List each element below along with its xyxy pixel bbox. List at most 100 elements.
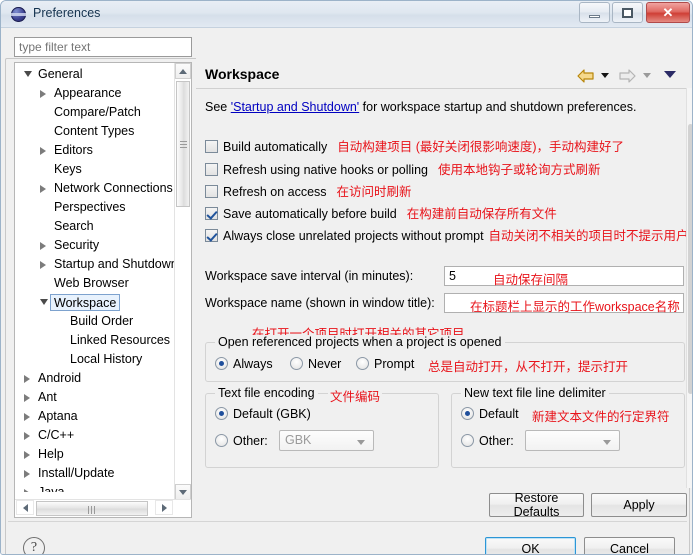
- chevron-right-icon[interactable]: [40, 261, 46, 269]
- minimize-button[interactable]: [579, 2, 610, 23]
- radio-label: Always: [233, 357, 273, 371]
- tree-scroll-down-button[interactable]: [175, 484, 191, 500]
- tree-vertical-scrollbar[interactable]: [174, 63, 191, 500]
- tree-item-java[interactable]: Java: [15, 483, 177, 492]
- tree-scroll-right-button[interactable]: [155, 500, 173, 515]
- preferences-tree[interactable]: General Appearance Compare/Patch Content Ty…: [14, 62, 192, 518]
- tree-item-search[interactable]: Search: [15, 217, 177, 236]
- startup-shutdown-link[interactable]: 'Startup and Shutdown': [231, 100, 359, 114]
- chevron-right-icon[interactable]: [40, 147, 46, 155]
- build-automatically-checkbox[interactable]: [205, 140, 218, 153]
- tree-item-keys[interactable]: Keys: [15, 160, 177, 179]
- view-menu-caret-icon[interactable]: [664, 71, 676, 78]
- maximize-button[interactable]: [612, 2, 643, 23]
- radio-prompt-button[interactable]: [356, 357, 369, 370]
- tree-horizontal-scrollbar[interactable]: [15, 499, 191, 517]
- tree-item-c-c[interactable]: C/C++: [15, 426, 177, 445]
- tree-item-workspace[interactable]: Workspace: [15, 293, 177, 312]
- encoding-other-radio-row[interactable]: Other:: [215, 432, 268, 450]
- apply-button[interactable]: Apply: [591, 493, 687, 517]
- ok-button[interactable]: OK: [485, 537, 576, 555]
- refresh-on-access-checkbox[interactable]: [205, 185, 218, 198]
- chevron-down-icon[interactable]: [40, 299, 48, 305]
- radio-never[interactable]: Never: [290, 355, 341, 373]
- chevron-right-icon[interactable]: [24, 375, 30, 383]
- chevron-right-icon[interactable]: [24, 394, 30, 402]
- close-unrelated-projects-checkbox[interactable]: [205, 229, 218, 242]
- workspace-name-label: Workspace name (shown in window title):: [205, 296, 435, 310]
- checkbox-row[interactable]: Refresh on access 在访问时刷新: [205, 182, 412, 202]
- tree-item-linked-resources[interactable]: Linked Resources: [15, 331, 177, 350]
- tree-item-aptana[interactable]: Aptana: [15, 407, 177, 426]
- tree-scroll-left-button[interactable]: [16, 500, 34, 515]
- filter-input[interactable]: [14, 37, 192, 57]
- tree-item-compare-patch[interactable]: Compare/Patch: [15, 103, 177, 122]
- delimiter-other-combobox[interactable]: [525, 430, 620, 451]
- chevron-right-icon[interactable]: [40, 90, 46, 98]
- close-icon: ✕: [662, 4, 674, 20]
- delimiter-default-radio[interactable]: [461, 407, 474, 420]
- chevron-right-icon: [161, 503, 167, 512]
- chevron-down-icon: [179, 489, 187, 495]
- chevron-right-icon[interactable]: [24, 470, 30, 478]
- cancel-button[interactable]: Cancel: [584, 537, 675, 554]
- tree-item-local-history[interactable]: Local History: [15, 350, 177, 369]
- chevron-right-icon[interactable]: [24, 413, 30, 421]
- chevron-right-icon[interactable]: [24, 432, 30, 440]
- back-arrow-icon[interactable]: [576, 68, 595, 84]
- tree-item-ant[interactable]: Ant: [15, 388, 177, 407]
- radio-prompt[interactable]: Prompt: [356, 355, 414, 373]
- encoding-default-radio[interactable]: [215, 407, 228, 420]
- content-vertical-scroll-thumb[interactable]: [688, 124, 692, 394]
- radio-label: Other:: [233, 434, 268, 448]
- save-before-build-checkbox[interactable]: [205, 207, 218, 220]
- tree-item-security[interactable]: Security: [15, 236, 177, 255]
- refresh-native-hooks-checkbox[interactable]: [205, 163, 218, 176]
- delimiter-default-radio-row[interactable]: Default: [461, 405, 519, 423]
- checkbox-row[interactable]: Save automatically before build 在构建前自动保存所…: [205, 204, 557, 224]
- checkbox-row[interactable]: Refresh using native hooks or polling 使用本…: [205, 160, 601, 180]
- restore-defaults-button[interactable]: Restore Defaults: [489, 491, 584, 519]
- help-glyph: ?: [30, 540, 38, 555]
- tree-item-install-update[interactable]: Install/Update: [15, 464, 177, 483]
- content-vertical-scrollbar[interactable]: [686, 88, 692, 488]
- checkbox-row[interactable]: Always close unrelated projects without …: [205, 226, 689, 246]
- tree-item-perspectives[interactable]: Perspectives: [15, 198, 177, 217]
- checkbox-row[interactable]: Build automatically 自动构建项目 (最好关闭很影响速度)，手动…: [205, 137, 624, 157]
- radio-always-button[interactable]: [215, 357, 228, 370]
- tree-item-general[interactable]: General: [15, 65, 177, 84]
- chevron-right-icon[interactable]: [24, 489, 30, 492]
- tree-item-startup-and-shutdown[interactable]: Startup and Shutdown: [15, 255, 177, 274]
- help-icon[interactable]: ?: [23, 537, 45, 555]
- tree-item-help[interactable]: Help: [15, 445, 177, 464]
- delimiter-other-radio-row[interactable]: Other:: [461, 432, 514, 450]
- annotation-text: 总是自动打开，从不打开，提示打开: [428, 360, 629, 374]
- back-history-caret-icon[interactable]: [601, 73, 609, 78]
- tree-item-network-connections[interactable]: Network Connections: [15, 179, 177, 198]
- tree-vertical-scroll-thumb[interactable]: [176, 81, 190, 207]
- encoding-default-radio-row[interactable]: Default (GBK): [215, 405, 311, 423]
- radio-always[interactable]: Always: [215, 355, 273, 373]
- encoding-other-radio[interactable]: [215, 434, 228, 447]
- chevron-right-icon[interactable]: [40, 242, 46, 250]
- radio-never-button[interactable]: [290, 357, 303, 370]
- tree-item-editors[interactable]: Editors: [15, 141, 177, 160]
- tree-item-appearance[interactable]: Appearance: [15, 84, 177, 103]
- tree-item-label: Local History: [70, 352, 143, 366]
- ok-label: OK: [521, 542, 540, 555]
- footer-divider: [8, 521, 687, 522]
- tree-scroll-up-button[interactable]: [175, 63, 191, 79]
- tree-item-build-order[interactable]: Build Order: [15, 312, 177, 331]
- tree-horizontal-scroll-thumb[interactable]: [36, 501, 148, 516]
- encoding-other-combobox[interactable]: GBK: [279, 430, 374, 451]
- chevron-right-icon[interactable]: [24, 451, 30, 459]
- close-button[interactable]: ✕: [646, 2, 690, 23]
- tree-item-android[interactable]: Android: [15, 369, 177, 388]
- annotation-text: 使用本地钩子或轮询方式刷新: [437, 163, 601, 177]
- tree-item-web-browser[interactable]: Web Browser: [15, 274, 177, 293]
- save-interval-label: Workspace save interval (in minutes):: [205, 269, 414, 283]
- chevron-right-icon[interactable]: [40, 185, 46, 193]
- delimiter-other-radio[interactable]: [461, 434, 474, 447]
- chevron-down-icon[interactable]: [24, 71, 32, 77]
- tree-item-content-types[interactable]: Content Types: [15, 122, 177, 141]
